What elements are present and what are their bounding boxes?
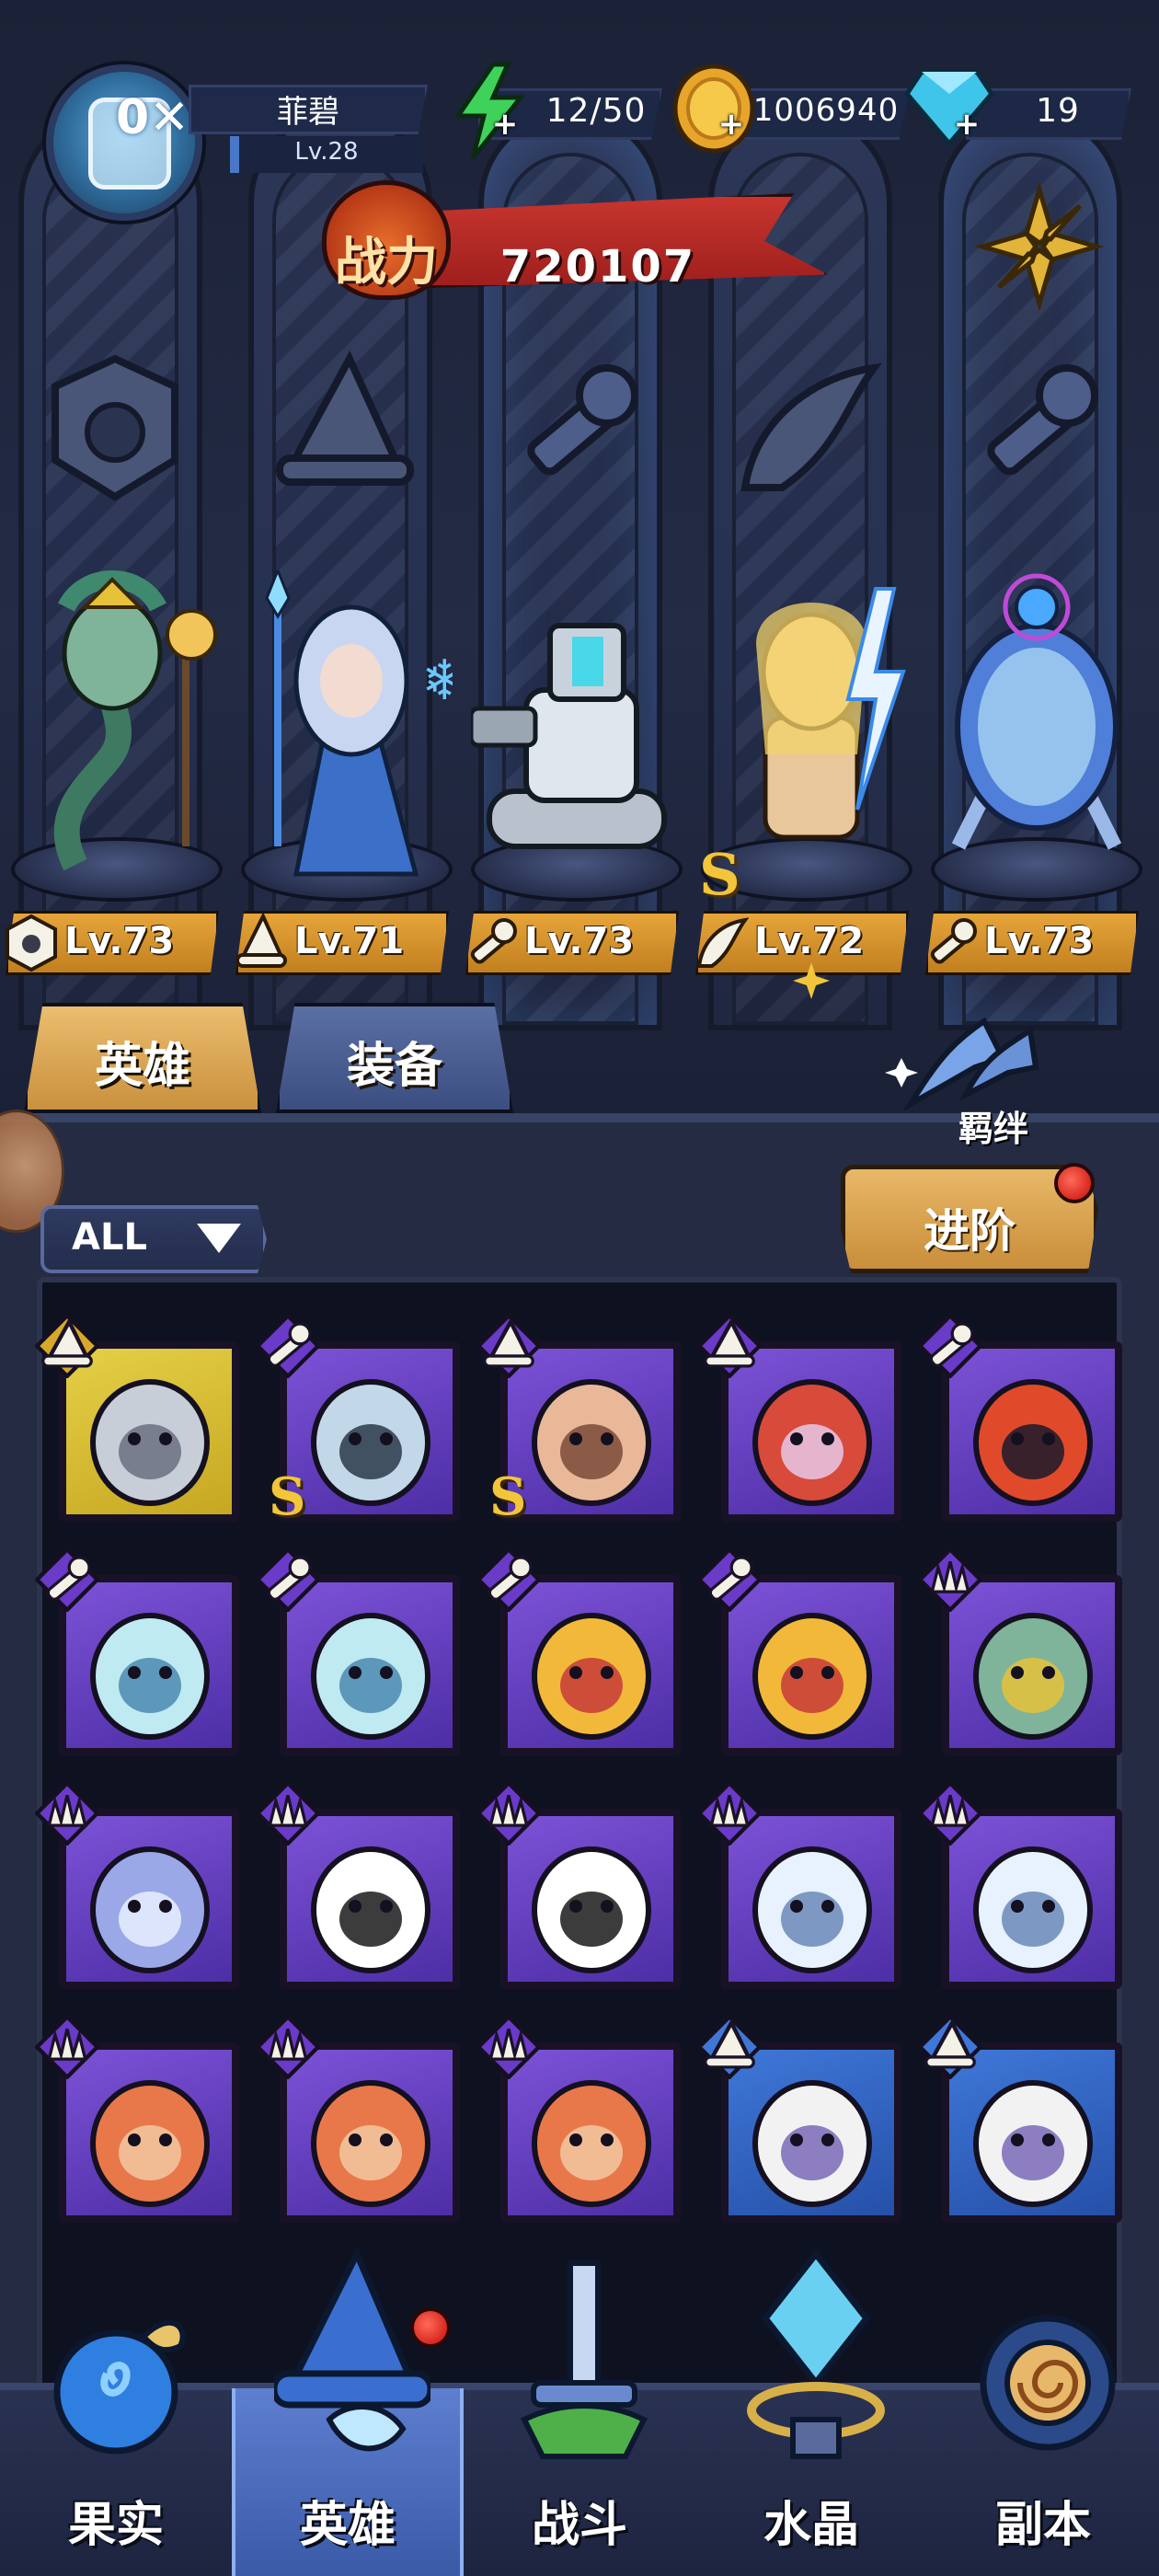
red-hood-mage-portrait [752, 1379, 872, 1506]
add-gems-button[interactable]: + [953, 109, 981, 140]
wrench-class-icon [696, 1547, 763, 1613]
mage-hat-class-icon [917, 2014, 983, 2080]
roster-rank-s: S [269, 1466, 306, 1527]
fruit-icon [53, 2319, 186, 2455]
gold-coin-icon [672, 63, 755, 154]
mage-hat-class-icon [235, 913, 287, 968]
add-energy-button[interactable]: + [491, 109, 519, 140]
team-hero-lightning-god[interactable] [701, 570, 912, 883]
filter-dropdown-label: ALL [72, 1216, 147, 1259]
energy-value: 12/50 [545, 92, 647, 130]
team-hero-ice-mage[interactable]: ❄ [241, 570, 453, 883]
fox-portrait [532, 2080, 651, 2207]
medusa-portrait [973, 1613, 1093, 1740]
panda-portrait [311, 1846, 430, 1973]
power-value: 720107 [499, 241, 696, 293]
roster-rank-s: S [489, 1466, 527, 1527]
sparkle-star-icon [793, 962, 830, 999]
hero-level: Lv.73 [524, 920, 635, 962]
wrench-class-icon [255, 1313, 321, 1379]
claw-class-icon [255, 1780, 321, 1846]
claw-class-icon [255, 2014, 321, 2080]
claw-class-icon [34, 2014, 100, 2080]
notification-dot [1054, 1163, 1095, 1203]
crystal-icon [747, 2248, 885, 2459]
claw-class-icon [6, 914, 57, 972]
claw-class-icon [917, 1547, 983, 1613]
team-hero-capsule-pod[interactable] [931, 570, 1142, 883]
tab-equipment-label: 装备 [346, 1039, 442, 1094]
bandaged-nun-portrait [973, 2080, 1093, 2207]
golden-mech-portrait [752, 1613, 872, 1740]
claw-class-icon [917, 1780, 983, 1846]
capsule-pod-portrait [90, 1613, 210, 1740]
claw-class-icon [696, 1780, 763, 1846]
team-hero-robot-tank[interactable] [471, 570, 683, 883]
panda-portrait [532, 1846, 651, 1973]
team-hero-medusa[interactable] [11, 570, 223, 883]
wing-class-icon [696, 917, 749, 968]
bald-warrior-portrait [532, 1379, 651, 1506]
claw-class-icon [476, 2014, 542, 2080]
fox-portrait [90, 2080, 210, 2207]
golden-mech-portrait [532, 1613, 651, 1740]
nav-crystal-label: 水晶 [763, 2498, 859, 2553]
hero-level: Lv.71 [294, 920, 405, 962]
hero-level: Lv.72 [754, 920, 865, 962]
nav-heroes-label: 英雄 [299, 2498, 396, 2553]
player-name: 菲碧 [277, 94, 339, 131]
nav-heroes-notification-dot [410, 2307, 451, 2348]
add-gold-button[interactable]: + [717, 109, 745, 140]
wrench-class-icon [476, 1547, 542, 1613]
avatar-badge: 0✕ [116, 90, 189, 145]
white-tiger-portrait [973, 1846, 1093, 1973]
diving-robot-portrait [973, 1379, 1093, 1506]
wolf-portrait [90, 1846, 210, 1973]
diamond-gem-icon [903, 69, 995, 147]
nav-dungeon-label: 副本 [994, 2498, 1091, 2553]
knight-helmet-portrait [90, 1379, 210, 1506]
hero-level: Lv.73 [64, 920, 175, 962]
portal-icon [980, 2315, 1116, 2451]
claw-class-icon [52, 354, 178, 501]
mage-hat-class-icon [696, 2014, 763, 2080]
wrench-class-icon [917, 1313, 983, 1379]
wrench-class-icon [470, 918, 517, 964]
player-avatar[interactable]: 0✕ [37, 46, 221, 239]
mage-hat-class-icon [276, 351, 414, 486]
wrench-class-icon [987, 364, 1098, 476]
gold-value: 1006940 [752, 92, 900, 129]
mage-hat-class-icon [476, 1313, 542, 1379]
wizard-hat-icon [274, 2246, 430, 2452]
svg-text:❄: ❄ [421, 649, 453, 713]
gem-value: 19 [1036, 92, 1080, 130]
bond-button-label[interactable]: 羁绊 [938, 1100, 1049, 1151]
wing-class-icon [740, 362, 882, 491]
claw-class-icon [476, 1780, 542, 1846]
capsule-pod-portrait [311, 1613, 430, 1740]
hero-rank-s: S [699, 841, 740, 908]
wrench-class-icon [930, 918, 977, 964]
robot-gunner-portrait [311, 1379, 430, 1506]
wrench-class-icon [527, 364, 638, 476]
power-label: 战力 [335, 233, 438, 293]
nav-battle-label: 战斗 [531, 2498, 627, 2553]
claw-class-icon [34, 1780, 100, 1846]
nav-fruit-label: 果实 [67, 2498, 164, 2553]
tab-heroes-label: 英雄 [94, 1039, 190, 1094]
mage-hat-class-icon [696, 1313, 763, 1379]
advance-button-label: 进阶 [924, 1204, 1016, 1258]
wrench-class-icon [34, 1547, 100, 1613]
hero-level: Lv.73 [984, 920, 1095, 962]
wrench-class-icon [255, 1547, 321, 1613]
player-level: Lv.28 [294, 138, 359, 166]
sword-icon [520, 2260, 648, 2459]
settings-flower-icon[interactable] [975, 182, 1104, 311]
bandaged-nun-portrait [752, 2080, 872, 2207]
white-tiger-portrait [752, 1846, 872, 1973]
mage-hat-class-icon [34, 1313, 100, 1379]
bond-icon[interactable] [874, 1003, 1058, 1113]
fox-portrait [311, 2080, 430, 2207]
chevron-down-icon [197, 1224, 241, 1253]
